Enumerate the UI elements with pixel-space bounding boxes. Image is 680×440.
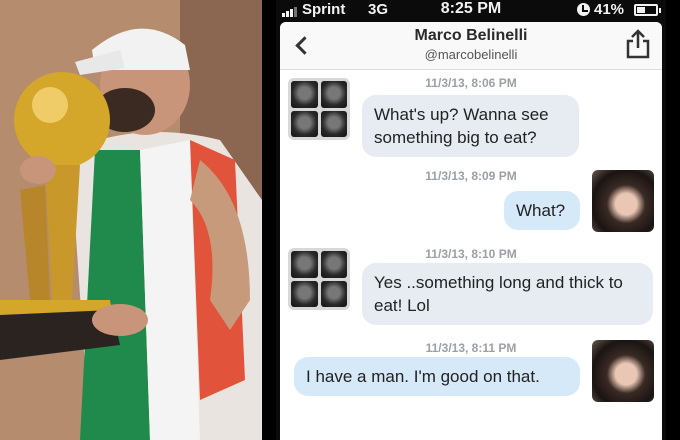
contact-handle: @marcobelinelli bbox=[424, 47, 518, 62]
player-with-trophy-illustration bbox=[0, 0, 262, 440]
battery-percent: 41% bbox=[594, 1, 625, 18]
message-bubble-incoming[interactable]: Yes ..something long and thick to eat! L… bbox=[362, 263, 653, 325]
recipient-avatar[interactable] bbox=[592, 340, 654, 402]
message-bubble-outgoing[interactable]: I have a man. I'm good on that. bbox=[294, 357, 580, 396]
sender-avatar[interactable] bbox=[288, 248, 350, 310]
player-photo bbox=[0, 0, 262, 440]
message-thread[interactable]: 11/3/13, 8:06 PM What's up? Wanna see so… bbox=[280, 70, 662, 440]
contact-name: Marco Belinelli bbox=[414, 27, 528, 44]
recipient-avatar[interactable] bbox=[592, 170, 654, 232]
message-bubble-incoming[interactable]: What's up? Wanna see something big to ea… bbox=[362, 95, 579, 157]
messages-screen: Marco Belinelli @marcobelinelli 11/3/13,… bbox=[280, 22, 662, 440]
conversation-header: Marco Belinelli @marcobelinelli bbox=[280, 22, 662, 70]
share-icon bbox=[626, 29, 650, 59]
sender-avatar[interactable] bbox=[288, 78, 350, 140]
status-bar: Sprint 3G 8:25 PM 41% bbox=[276, 0, 666, 22]
message-bubble-outgoing[interactable]: What? bbox=[504, 191, 580, 230]
share-button[interactable] bbox=[624, 28, 652, 60]
battery-icon bbox=[634, 4, 661, 16]
phone-screenshot: Sprint 3G 8:25 PM 41% Marco Belinelli @m… bbox=[276, 0, 666, 440]
alarm-clock-icon bbox=[577, 3, 590, 16]
